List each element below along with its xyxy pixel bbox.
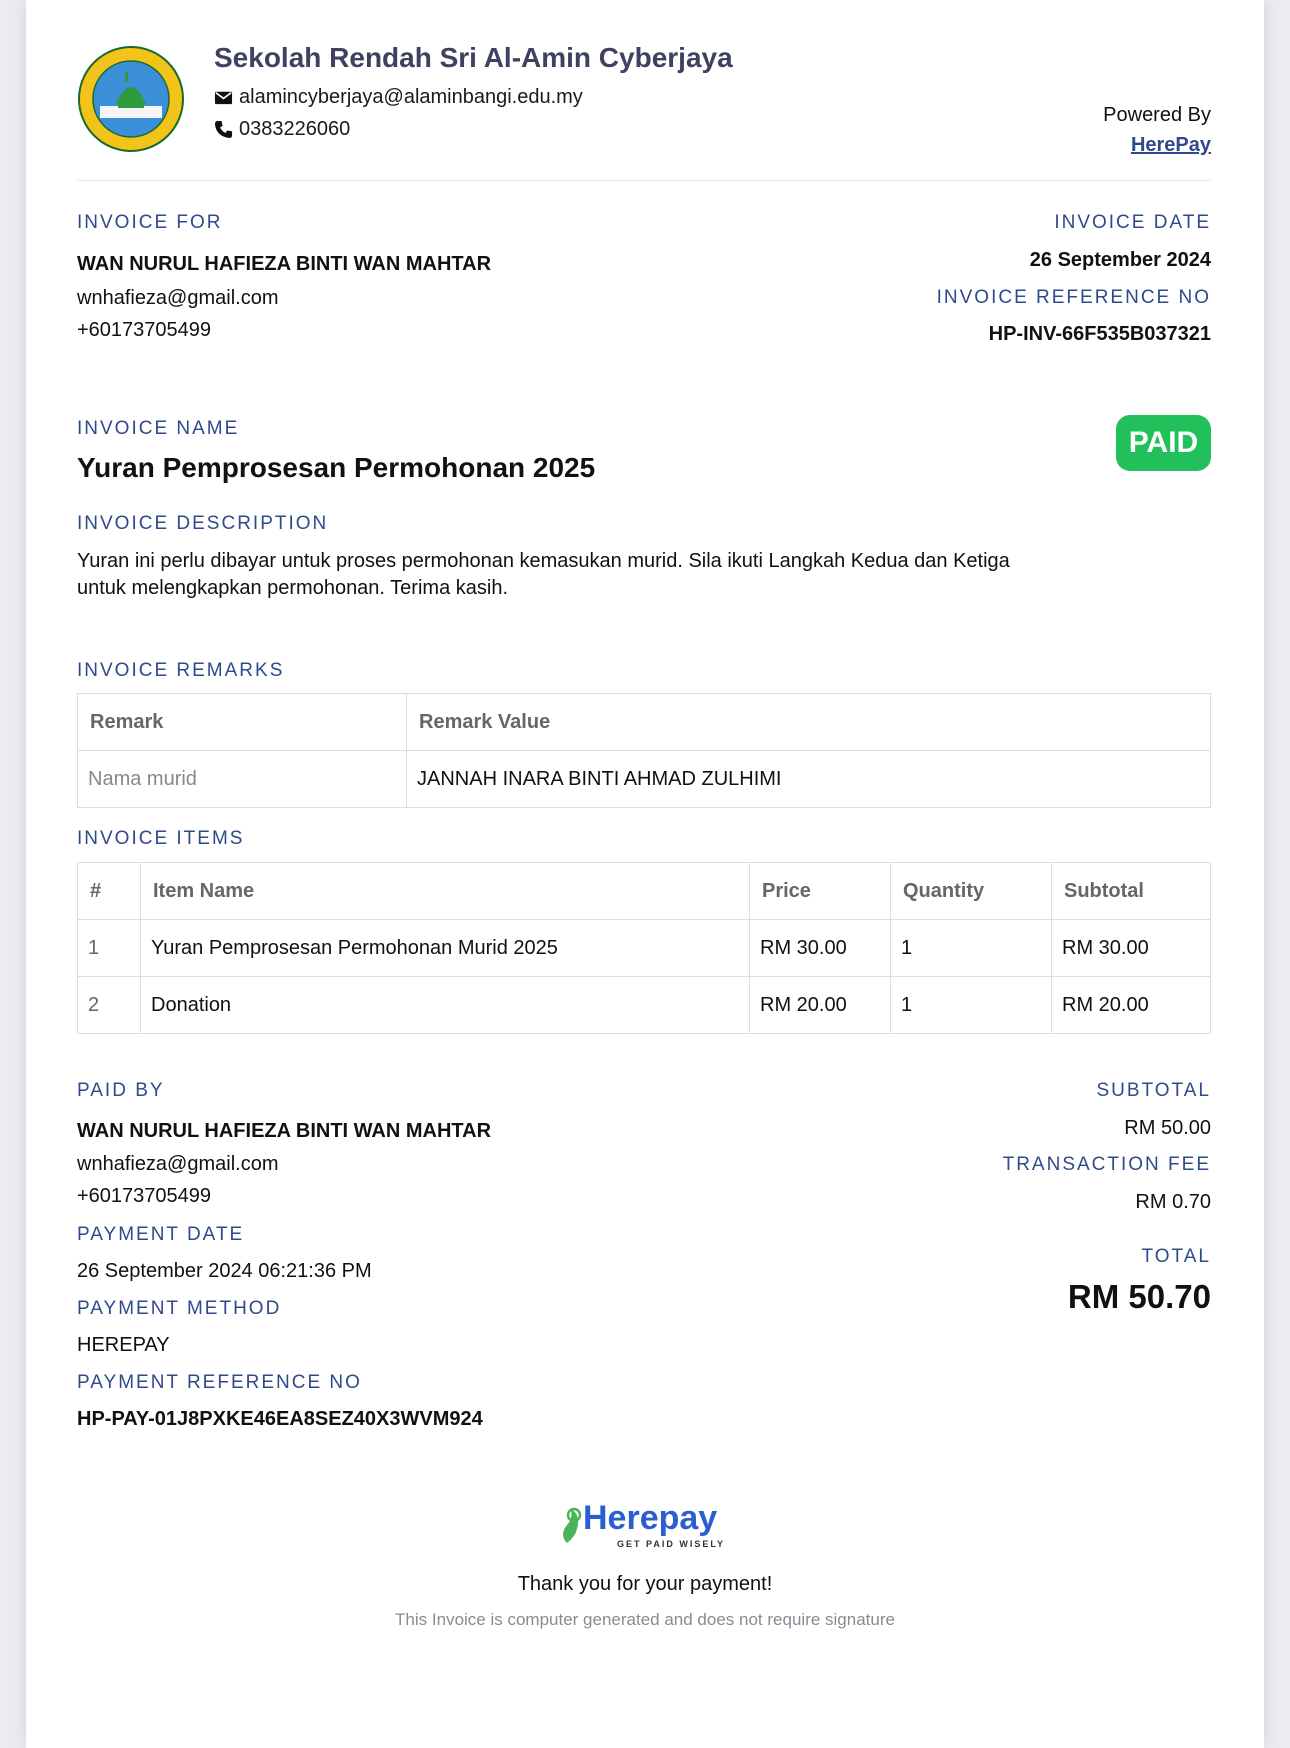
total-value: RM 50.70 [1067, 1278, 1211, 1315]
powered-by: Powered By HerePay [1103, 100, 1211, 160]
paid-by-label: PAID BY [77, 1080, 165, 1101]
item-name: Yuran Pemprosesan Permohonan Murid 2025 [140, 919, 750, 977]
paid-by-name: WAN NURUL HAFIEZA BINTI WAN MAHTAR [77, 1120, 492, 1142]
item-subtotal: RM 20.00 [1051, 976, 1211, 1034]
invoice-name-label: INVOICE NAME [77, 418, 240, 439]
invoice-for-phone: +60173705499 [77, 319, 212, 341]
payment-method-value: HEREPAY [77, 1334, 170, 1356]
items-header-name: Item Name [140, 862, 750, 920]
payment-date-label: PAYMENT DATE [77, 1224, 245, 1245]
items-header-quantity: Quantity [890, 862, 1052, 920]
remarks-header-remark: Remark [77, 693, 407, 751]
transaction-fee-label: TRANSACTION FEE [1002, 1154, 1211, 1175]
thank-you-message: Thank you for your payment! [517, 1573, 773, 1595]
payment-method-label: PAYMENT METHOD [77, 1298, 282, 1319]
items-header-subtotal: Subtotal [1051, 862, 1211, 920]
email-row: alamincyberjaya@alaminbangi.edu.my [214, 86, 583, 109]
remark-value: JANNAH INARA BINTI AHMAD ZULHIMI [406, 750, 1211, 808]
invoice-ref-label: INVOICE REFERENCE NO [936, 287, 1211, 308]
invoice-for-name: WAN NURUL HAFIEZA BINTI WAN MAHTAR [77, 253, 492, 275]
item-index: 1 [77, 919, 141, 977]
items-table: # Item Name Price Quantity Subtotal 1 Yu… [77, 862, 1211, 1034]
payment-date-value: 26 September 2024 06:21:36 PM [77, 1260, 372, 1282]
envelope-icon [214, 91, 233, 105]
payment-ref-value: HP-PAY-01J8PXKE46EA8SEZ40X3WVM924 [77, 1408, 483, 1430]
invoice-for-email: wnhafieza@gmail.com [77, 287, 279, 309]
item-index: 2 [77, 976, 141, 1034]
transaction-fee-value: RM 0.70 [1135, 1191, 1211, 1213]
table-row: 1 Yuran Pemprosesan Permohonan Murid 202… [77, 919, 1211, 977]
phone-row: 0383226060 [214, 118, 350, 141]
invoice-for-label: INVOICE FOR [77, 212, 223, 233]
school-email: alamincyberjaya@alaminbangi.edu.my [239, 86, 583, 108]
item-name: Donation [140, 976, 750, 1034]
remarks-table: Remark Remark Value Nama murid JANNAH IN… [77, 693, 1211, 808]
herepay-logo: Herepay GET PAID WISELY [563, 1499, 725, 1549]
powered-by-label: Powered By [1103, 104, 1211, 126]
payment-ref-label: PAYMENT REFERENCE NO [77, 1372, 362, 1393]
herepay-logo-tagline: GET PAID WISELY [617, 1539, 725, 1549]
remark-key: Nama murid [77, 750, 407, 808]
herepay-logo-text: Herepay [583, 1499, 717, 1537]
invoice-description-label: INVOICE DESCRIPTION [77, 513, 329, 534]
item-price: RM 20.00 [749, 976, 891, 1034]
school-name: Sekolah Rendah Sri Al-Amin Cyberjaya [214, 42, 733, 73]
item-price: RM 30.00 [749, 919, 891, 977]
subtotal-label: SUBTOTAL [1096, 1080, 1211, 1101]
status-badge: PAID [1116, 415, 1211, 471]
invoice-remarks-label: INVOICE REMARKS [77, 660, 285, 681]
invoice-date-label: INVOICE DATE [1054, 212, 1211, 233]
table-row: Nama murid JANNAH INARA BINTI AHMAD ZULH… [77, 750, 1211, 808]
remarks-header-value: Remark Value [406, 693, 1211, 751]
subtotal-value: RM 50.00 [1124, 1117, 1211, 1139]
table-row: 2 Donation RM 20.00 1 RM 20.00 [77, 976, 1211, 1034]
computer-generated-note: This Invoice is computer generated and d… [395, 1610, 895, 1629]
remarks-header-row: Remark Remark Value [77, 693, 1211, 751]
school-phone: 0383226060 [239, 118, 351, 140]
invoice-date-value: 26 September 2024 [1029, 249, 1211, 271]
invoice-ref-value: HP-INV-66F535B037321 [988, 323, 1211, 345]
invoice-name-value: Yuran Pemprosesan Permohonan 2025 [77, 452, 596, 483]
phone-icon [214, 120, 233, 139]
school-logo [78, 46, 184, 152]
paid-by-email: wnhafieza@gmail.com [77, 1153, 279, 1175]
item-quantity: 1 [890, 919, 1052, 977]
item-subtotal: RM 30.00 [1051, 919, 1211, 977]
items-header-row: # Item Name Price Quantity Subtotal [77, 862, 1211, 920]
invoice-description-line-2: untuk melengkapkan permohonan. Terima ka… [77, 577, 508, 599]
items-header-index: # [77, 862, 141, 920]
total-label: TOTAL [1141, 1246, 1211, 1267]
invoice-items-label: INVOICE ITEMS [77, 828, 245, 849]
item-quantity: 1 [890, 976, 1052, 1034]
invoice-sheet: Sekolah Rendah Sri Al-Amin Cyberjaya ala… [26, 0, 1264, 1748]
header-divider [77, 180, 1211, 181]
herepay-link[interactable]: HerePay [1131, 134, 1211, 156]
invoice-description-line-1: Yuran ini perlu dibayar untuk proses per… [77, 550, 1010, 572]
items-header-price: Price [749, 862, 891, 920]
paid-by-phone: +60173705499 [77, 1185, 212, 1207]
